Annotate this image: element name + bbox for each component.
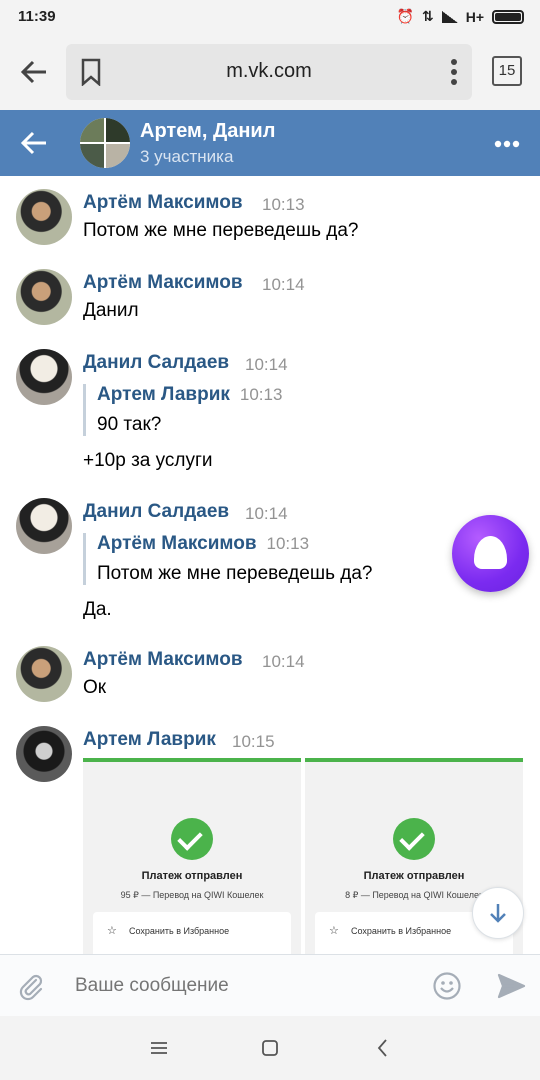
compose-bar xyxy=(0,954,540,1016)
save-to-favorites-label: Сохранить в Избранное xyxy=(129,926,230,936)
quote-time: 10:13 xyxy=(266,534,310,553)
quote-text: 90 так? xyxy=(97,414,162,435)
arrow-down-icon xyxy=(490,904,506,923)
quoted-message[interactable]: Артём Максимов 10:13 Потом же мне перевед… xyxy=(83,533,443,585)
message-text: Данил xyxy=(83,300,139,321)
message-time: 10:14 xyxy=(245,504,288,523)
system-back-icon[interactable] xyxy=(371,1036,395,1060)
quote-author[interactable]: Артём Максимов xyxy=(97,533,257,554)
status-icons: ⏰ ⇅ H+ xyxy=(397,8,524,25)
success-check-icon xyxy=(393,818,435,860)
message-author[interactable]: Артём Максимов xyxy=(83,192,243,214)
chat-avatar[interactable] xyxy=(80,118,130,168)
message-author[interactable]: Данил Салдаев xyxy=(83,352,229,374)
alarm-off-icon: ⏰ xyxy=(396,8,414,24)
message-author[interactable]: Артём Максимов xyxy=(83,272,243,294)
system-navigation-bar xyxy=(0,1016,540,1080)
message-time: 10:14 xyxy=(262,652,305,671)
status-bar: 11:39 ⏰ ⇅ H+ xyxy=(0,0,540,34)
more-options-icon[interactable] xyxy=(494,140,520,148)
artem-avatar[interactable] xyxy=(16,269,72,325)
chat-title[interactable]: Артем, Данил xyxy=(140,120,275,143)
payment-title: Платеж отправлен xyxy=(363,870,465,882)
payment-description: 95 ₽ — Перевод на QIWI Кошелек xyxy=(120,890,264,900)
photo-attachment[interactable]: Платеж отправлен 95 ₽ — Перевод на QIWI … xyxy=(83,758,301,954)
url-text[interactable]: m.vk.com xyxy=(66,60,472,83)
network-type: H+ xyxy=(465,8,484,25)
message-text: Да. xyxy=(83,599,112,620)
quote-time: 10:13 xyxy=(239,385,283,404)
message-time: 10:15 xyxy=(232,732,275,751)
data-transfer-icon: ⇅ xyxy=(421,8,434,24)
send-icon[interactable] xyxy=(496,971,526,1001)
save-to-favorites-label: Сохранить в Избранное xyxy=(351,926,452,936)
scroll-to-bottom-button[interactable] xyxy=(472,887,524,939)
voice-assistant-button[interactable] xyxy=(452,515,529,592)
chat-header: Артем, Данил 3 участника xyxy=(0,110,540,176)
emoji-icon[interactable] xyxy=(432,971,462,1001)
lavrik-avatar[interactable] xyxy=(16,726,72,782)
assistant-icon xyxy=(474,536,507,569)
star-icon: ☆ xyxy=(329,925,339,937)
artem-avatar[interactable] xyxy=(16,646,72,702)
message-input[interactable] xyxy=(75,975,405,997)
quoted-message[interactable]: Артем Лаврик 10:13 90 так? xyxy=(83,384,443,436)
message-time: 10:14 xyxy=(262,275,305,294)
quote-text: Потом же мне переведешь да? xyxy=(97,563,373,584)
battery-icon xyxy=(492,9,524,24)
browser-back-icon[interactable] xyxy=(18,56,50,88)
browser-menu-icon[interactable] xyxy=(450,58,458,86)
danil-avatar[interactable] xyxy=(16,498,72,554)
star-icon: ☆ xyxy=(107,925,117,937)
browser-toolbar: m.vk.com 15 xyxy=(0,34,540,110)
payment-title: Платеж отправлен xyxy=(141,870,243,882)
menu-icon[interactable] xyxy=(147,1036,171,1060)
message-author[interactable]: Артём Максимов xyxy=(83,649,243,671)
payment-actions-card: ☆ Сохранить в Избранное xyxy=(93,912,291,954)
success-check-icon xyxy=(171,818,213,860)
message-text: Ок xyxy=(83,677,107,698)
danil-avatar[interactable] xyxy=(16,349,72,405)
attach-icon[interactable] xyxy=(16,971,46,1001)
address-bar[interactable]: m.vk.com xyxy=(66,44,472,100)
chat-participants: 3 участника xyxy=(140,147,234,166)
message-author[interactable]: Данил Салдаев xyxy=(83,501,229,523)
message-text: Потом же мне переведешь да? xyxy=(83,220,359,241)
quote-author[interactable]: Артем Лаврик xyxy=(97,384,230,405)
artem-avatar[interactable] xyxy=(16,189,72,245)
home-icon[interactable] xyxy=(258,1036,282,1060)
message-time: 10:13 xyxy=(262,195,305,214)
signal-icon xyxy=(441,10,458,23)
status-time: 11:39 xyxy=(18,8,56,25)
message-time: 10:14 xyxy=(245,355,288,374)
message-text: +10р за услуги xyxy=(83,450,213,471)
back-arrow-icon[interactable] xyxy=(20,130,48,156)
tab-switcher-button[interactable]: 15 xyxy=(492,56,522,86)
message-author[interactable]: Артем Лаврик xyxy=(83,729,216,751)
